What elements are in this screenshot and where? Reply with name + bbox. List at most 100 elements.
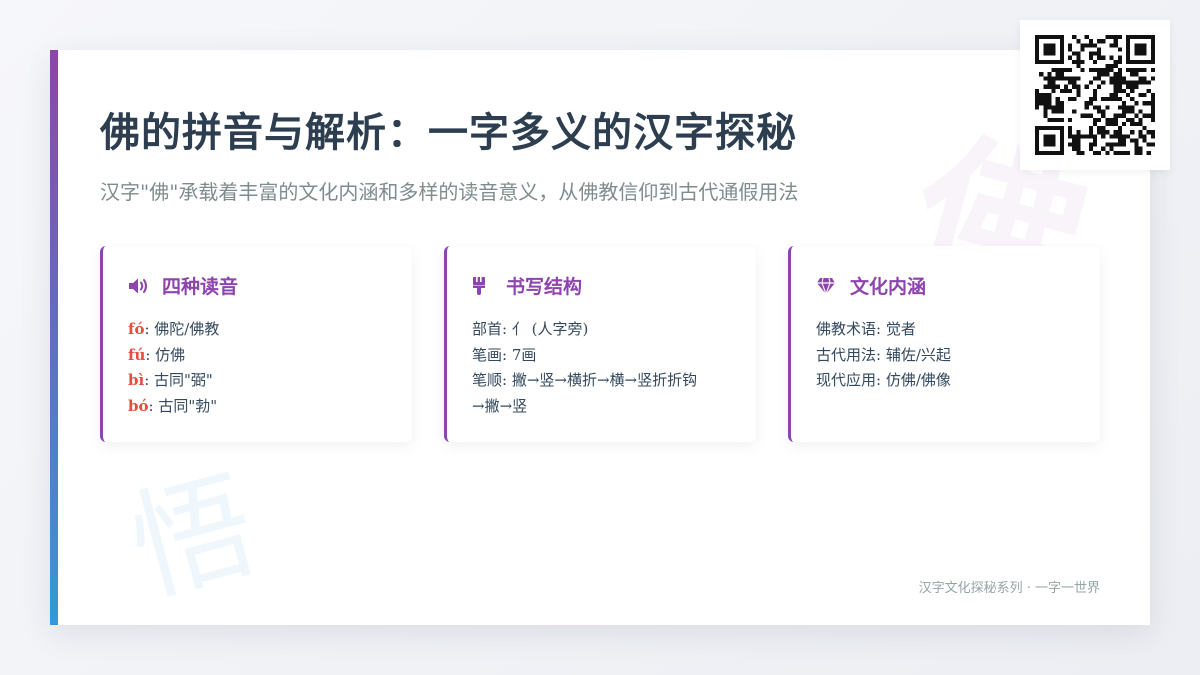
- qr-module: [1109, 117, 1114, 122]
- qr-module: [1150, 76, 1155, 81]
- qr-module: [1130, 117, 1135, 122]
- qr-module: [1063, 68, 1069, 73]
- qr-module: [1055, 68, 1060, 73]
- qr-module: [1068, 88, 1073, 93]
- qr-module: [1059, 150, 1064, 155]
- qr-module: [1109, 97, 1114, 102]
- qr-module: [1150, 68, 1155, 73]
- qr-module: [1113, 130, 1118, 135]
- qr-module: [1113, 43, 1118, 48]
- culture-line: 古代用法: 辅佐/兴起: [816, 345, 951, 364]
- qr-module: [1134, 150, 1139, 155]
- qr-module: [1063, 76, 1069, 81]
- qr-module: [1092, 134, 1098, 139]
- culture-line: 现代应用: 仿佛/佛像: [816, 371, 951, 389]
- qr-module: [1134, 101, 1139, 106]
- panel-header: 书写结构: [472, 272, 732, 299]
- qr-module: [1121, 121, 1127, 127]
- qr-module: [1109, 43, 1114, 48]
- qr-module: [1072, 146, 1077, 151]
- qr-module: [1043, 47, 1048, 52]
- qr-module: [1101, 126, 1106, 131]
- qr-module: [1043, 51, 1048, 56]
- qr-module: [1109, 80, 1114, 85]
- qr-module: [1130, 72, 1135, 77]
- qr-module: [1055, 76, 1060, 81]
- qr-module: [1047, 142, 1052, 147]
- accent-bar: [50, 50, 58, 625]
- qr-module: [1142, 80, 1147, 85]
- qr-module: [1047, 47, 1052, 52]
- pronunciation-line: fó: 佛陀/佛教: [128, 317, 388, 343]
- qr-module: [1059, 68, 1064, 73]
- qr-module: [1150, 117, 1155, 122]
- qr-module: [1051, 138, 1056, 143]
- volume-icon: [128, 276, 150, 296]
- qr-module: [1130, 121, 1135, 127]
- qr-module: [1121, 109, 1127, 114]
- qr-module: [1113, 35, 1118, 40]
- qr-module: [1126, 109, 1131, 114]
- gem-icon: [816, 276, 838, 296]
- qr-module: [1051, 84, 1056, 89]
- qr-module: [1146, 101, 1151, 106]
- qr-module: [1092, 88, 1098, 93]
- qr-module: [1047, 43, 1052, 48]
- qr-module: [1126, 35, 1131, 40]
- qr-module: [1047, 126, 1052, 131]
- footer-series-label: 汉字文化探秘系列 · 一字一世界: [918, 581, 1100, 596]
- qr-module: [1113, 113, 1118, 118]
- qr-module: [1080, 113, 1085, 118]
- qr-module: [1113, 63, 1118, 69]
- qr-module: [1101, 130, 1106, 135]
- qr-module: [1150, 55, 1155, 60]
- qr-module: [1088, 39, 1093, 44]
- qr-module: [1092, 68, 1098, 73]
- pronunciation-line: fú: 仿佛: [128, 343, 388, 369]
- qr-module: [1150, 35, 1155, 40]
- qr-module: [1134, 68, 1139, 73]
- panel-title: 文化内涵: [850, 276, 927, 298]
- qr-module: [1142, 47, 1147, 52]
- qr-code-image: [1035, 35, 1155, 155]
- qr-module: [1072, 51, 1077, 56]
- qr-module: [1035, 39, 1040, 44]
- qr-module: [1126, 134, 1131, 139]
- qr-module: [1051, 105, 1056, 110]
- qr-module: [1126, 43, 1131, 48]
- qr-module: [1150, 105, 1155, 110]
- qr-module: [1092, 92, 1098, 98]
- qr-module: [1068, 142, 1073, 147]
- qr-module: [1150, 43, 1155, 48]
- qr-module: [1055, 126, 1060, 131]
- qr-module: [1134, 121, 1139, 127]
- qr-module: [1051, 51, 1056, 56]
- qr-module: [1076, 92, 1081, 98]
- qr-module: [1076, 134, 1081, 139]
- qr-module: [1097, 109, 1102, 114]
- qr-module: [1117, 130, 1122, 135]
- qr-module: [1043, 113, 1048, 118]
- qr-module: [1043, 105, 1048, 110]
- qr-module: [1047, 72, 1052, 77]
- qr-module: [1150, 109, 1155, 114]
- qr-module: [1101, 55, 1106, 60]
- qr-module: [1126, 84, 1131, 89]
- qr-module: [1126, 39, 1131, 44]
- qr-module: [1072, 76, 1077, 81]
- qr-module: [1150, 47, 1155, 52]
- qr-module: [1043, 138, 1048, 143]
- qr-module: [1051, 80, 1056, 85]
- qr-module: [1092, 43, 1098, 48]
- qr-module: [1076, 130, 1081, 135]
- qr-module: [1088, 80, 1093, 85]
- qr-module: [1043, 59, 1048, 64]
- qr-module: [1134, 146, 1139, 151]
- qr-module: [1051, 88, 1056, 93]
- qr-module: [1117, 59, 1122, 64]
- qr-module: [1117, 72, 1122, 77]
- qr-module: [1047, 76, 1052, 81]
- watermark-character-bottom: 悟: [117, 455, 269, 621]
- qr-module: [1134, 43, 1139, 48]
- panel-culture: 文化内涵 佛教术语: 觉者 古代用法: 辅佐/兴起 现代应用: 仿佛/佛像: [788, 246, 1100, 442]
